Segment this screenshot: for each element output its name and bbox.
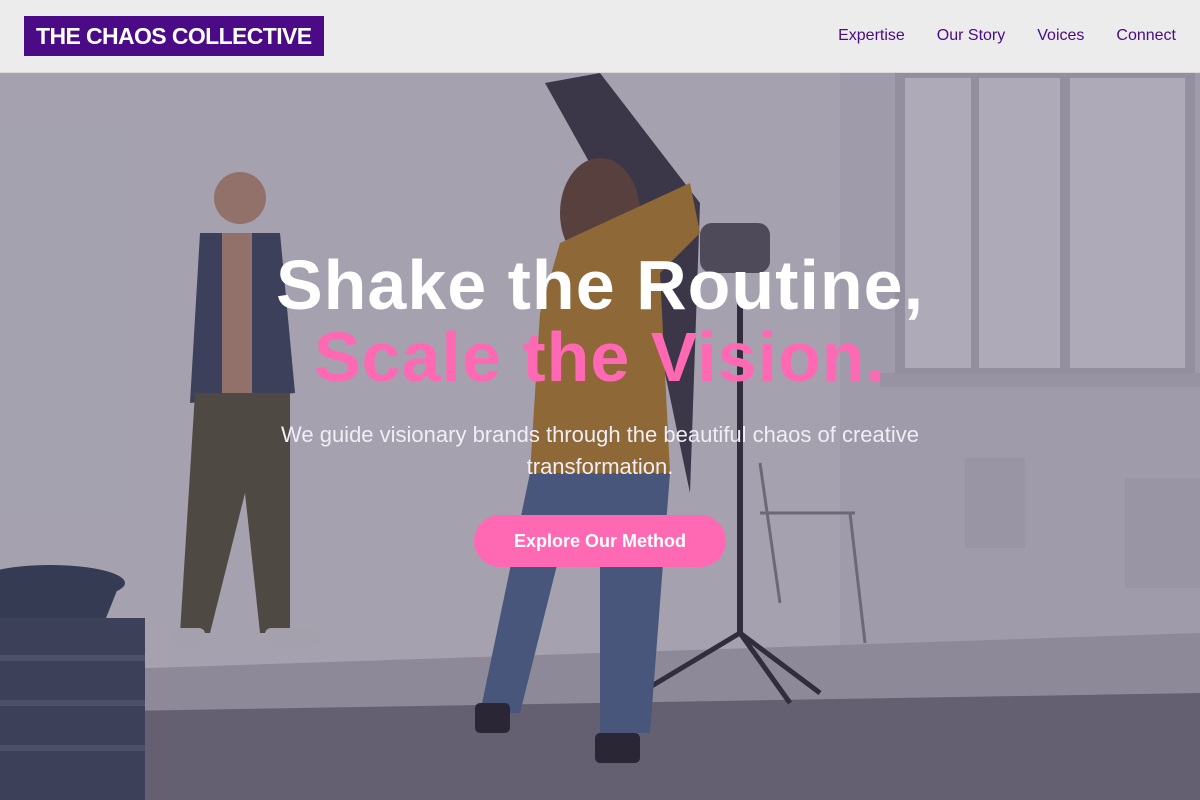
nav-link-connect[interactable]: Connect — [1116, 27, 1176, 45]
nav-link-our-story[interactable]: Our Story — [937, 27, 1005, 45]
headline-line-1: Shake the Routine, — [275, 246, 925, 324]
site-header: THE CHAOS COLLECTIVE Expertise Our Story… — [0, 0, 1200, 73]
hero-content: Shake the Routine, Scale the Vision. We … — [0, 73, 1200, 800]
nav-link-expertise[interactable]: Expertise — [838, 27, 905, 45]
explore-method-button[interactable]: Explore Our Method — [473, 515, 726, 567]
nav-link-voices[interactable]: Voices — [1037, 27, 1084, 45]
main-nav: Expertise Our Story Voices Connect — [838, 27, 1176, 45]
hero-headline: Shake the Routine, Scale the Vision. — [276, 249, 924, 393]
brand-logo[interactable]: THE CHAOS COLLECTIVE — [24, 16, 324, 56]
hero-subtitle: We guide visionary brands through the be… — [281, 422, 919, 479]
headline-line-2: Scale the Vision. — [313, 318, 887, 396]
